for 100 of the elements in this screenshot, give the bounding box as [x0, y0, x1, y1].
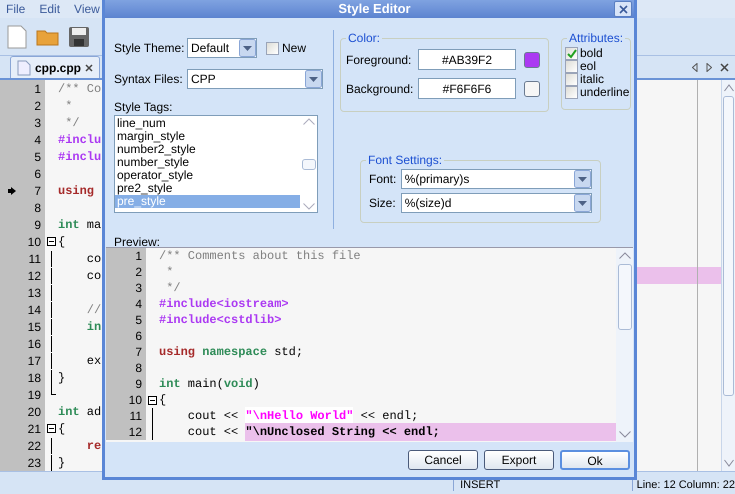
scroll-up-icon[interactable]	[302, 118, 314, 125]
checkbox-label: bold	[580, 47, 603, 60]
list-item[interactable]: line_num	[115, 117, 300, 130]
scroll-down-icon[interactable]	[302, 203, 314, 210]
code-text: void	[224, 376, 253, 393]
scrollbar[interactable]	[616, 248, 633, 442]
checkbox[interactable]	[565, 86, 578, 99]
fold-toggle-icon[interactable]	[47, 424, 56, 433]
line-number: 6	[34, 166, 41, 182]
checkbox-label: eol	[580, 60, 596, 73]
save-icon[interactable]	[68, 26, 90, 48]
scrollbar[interactable]	[300, 116, 317, 212]
column-indicator: Column: 22	[678, 479, 735, 491]
line-number: 10	[28, 234, 41, 250]
code-text: )	[252, 376, 260, 393]
line-number: 3	[135, 280, 142, 297]
line-number: 22	[28, 438, 41, 454]
code-text: *	[165, 264, 174, 281]
scroll-up-icon[interactable]	[724, 84, 734, 92]
line-number: 4	[135, 296, 142, 313]
checkbox[interactable]	[565, 60, 578, 73]
file-icon	[17, 60, 31, 76]
line-number: 7	[34, 182, 41, 200]
dropdown[interactable]: %(size)d	[400, 193, 592, 213]
line-number: 18	[28, 370, 41, 386]
line-number: 14	[28, 302, 41, 318]
list-item[interactable]: margin_style	[115, 130, 300, 143]
dialog-button[interactable]: Cancel	[408, 450, 478, 470]
scroll-thumb[interactable]	[618, 264, 632, 330]
scrollbar[interactable]	[721, 80, 735, 471]
line-number: 20	[28, 404, 41, 420]
field-label: Foreground:	[346, 52, 412, 68]
checkbox[interactable]	[266, 42, 279, 54]
scroll-up-icon[interactable]	[618, 252, 630, 259]
dialog-title-bar: Style Editor	[105, 0, 634, 18]
scroll-thumb[interactable]	[302, 158, 316, 170]
code-text: *	[64, 98, 72, 114]
code-text: main(	[186, 376, 224, 393]
line-number: 15	[28, 318, 41, 336]
field-label: Syntax Files:	[114, 71, 184, 88]
color-field[interactable]: #AB39F2	[418, 49, 516, 70]
new-file-icon[interactable]	[6, 24, 28, 48]
code-text: int	[159, 376, 181, 393]
fold-toggle-icon[interactable]	[47, 237, 56, 246]
menu-item[interactable]: View	[74, 0, 100, 18]
dialog-button[interactable]: Ok	[560, 450, 630, 470]
line-number: 11	[28, 250, 41, 268]
list-item[interactable]: operator_style	[115, 169, 300, 182]
fold-toggle-icon[interactable]	[148, 396, 157, 404]
list-item[interactable]: number2_style	[115, 143, 300, 156]
list-item[interactable]: number_style	[115, 156, 300, 169]
line-number: 12	[128, 424, 142, 441]
style-tags-list[interactable]: line_num margin_style number2_style number_style operator_style pre2_style pre_style	[114, 115, 318, 213]
code-text: using	[58, 182, 94, 200]
line-number: 6	[135, 328, 142, 345]
line-number: 3	[34, 114, 41, 132]
line-number: 13	[28, 284, 41, 302]
field-label: Font:	[369, 171, 398, 188]
code-text: << endl;	[360, 408, 418, 425]
line-number: 9	[135, 376, 142, 393]
dropdown[interactable]: CPP	[187, 69, 323, 89]
scroll-down-icon[interactable]	[618, 431, 630, 438]
close-icon[interactable]	[85, 64, 94, 72]
checkbox[interactable]	[565, 47, 578, 60]
group-title: Color:	[346, 31, 382, 45]
code-text: int	[58, 216, 80, 234]
scroll-left-icon[interactable]	[692, 62, 698, 72]
checkbox[interactable]	[565, 73, 578, 86]
list-item[interactable]: pre2_style	[115, 182, 300, 195]
scroll-thumb[interactable]	[723, 96, 734, 396]
code-text: namespace	[202, 344, 268, 361]
scroll-right-icon[interactable]	[706, 62, 712, 72]
code-text: ex	[86, 352, 102, 370]
line-number: 12	[28, 268, 41, 284]
dropdown[interactable]: Default	[187, 38, 257, 58]
line-number: 17	[28, 352, 41, 370]
color-swatch[interactable]	[524, 52, 540, 68]
code-text: co	[86, 250, 102, 268]
close-icon	[618, 4, 628, 14]
menu-item[interactable]: File	[6, 0, 26, 18]
line-number: 2	[135, 264, 142, 281]
preview-label: Preview:	[113, 237, 162, 247]
menu-item[interactable]: Edit	[39, 0, 60, 18]
code-text: #include<cstdlib>	[159, 312, 282, 329]
code-text: re	[86, 438, 102, 454]
dialog-button[interactable]: Export	[484, 450, 554, 470]
line-number: 16	[28, 336, 41, 352]
line-number: 1	[135, 248, 142, 265]
scroll-down-icon[interactable]	[724, 459, 734, 467]
code-text: cout <<	[186, 408, 240, 425]
dropdown[interactable]: %(primary)s	[400, 169, 592, 189]
close-button[interactable]	[614, 1, 632, 17]
file-tab[interactable]: cpp.cpp	[10, 56, 100, 78]
color-swatch[interactable]	[524, 80, 540, 96]
color-field[interactable]: #F6F6F6	[418, 78, 516, 99]
line-number: 7	[135, 344, 142, 361]
close-icon[interactable]	[720, 62, 729, 72]
line-number: 5	[34, 148, 41, 166]
code-text: cout <<	[186, 424, 240, 441]
code-text: using	[159, 344, 196, 361]
